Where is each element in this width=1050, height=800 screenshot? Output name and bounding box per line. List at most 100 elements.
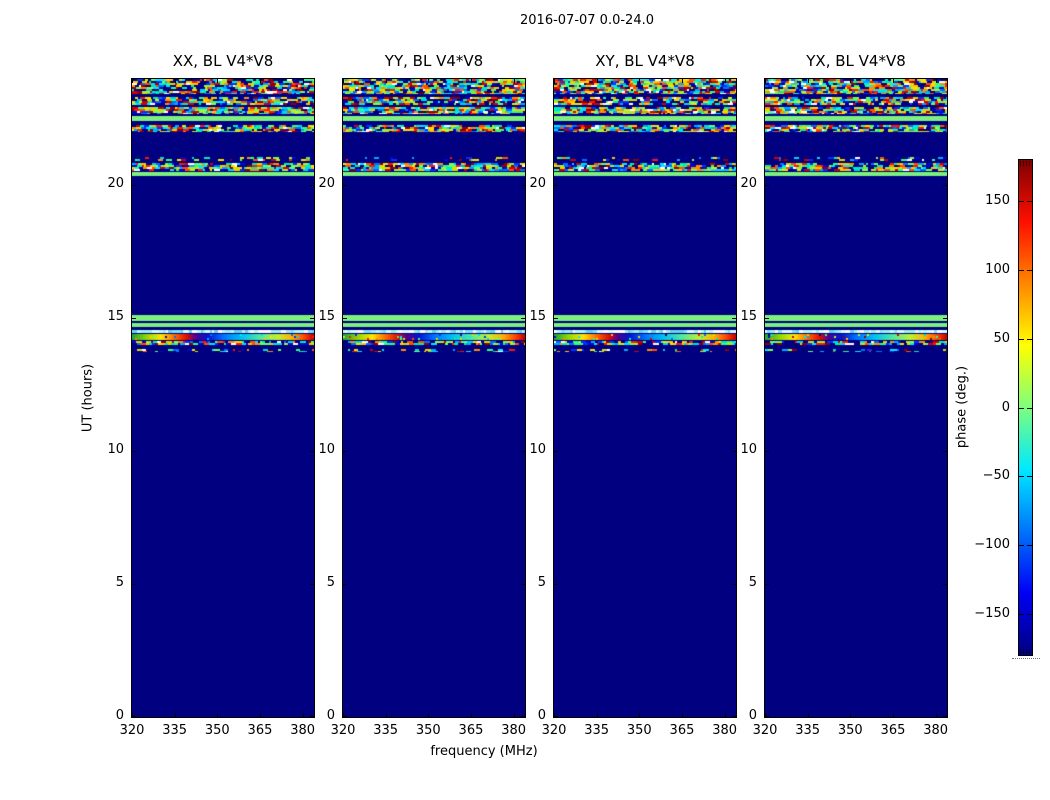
x-tick-mark xyxy=(217,713,219,717)
x-tick-mark xyxy=(850,79,852,83)
x-tick-label: 365 xyxy=(669,723,695,738)
y-tick-mark xyxy=(554,583,558,585)
colorbar-tick-mark xyxy=(1019,476,1024,477)
y-tick-label: 20 xyxy=(740,176,757,192)
x-tick-mark xyxy=(724,79,726,83)
subplot-title-yy: YY, BL V4*V8 xyxy=(384,52,484,70)
y-tick-mark xyxy=(343,317,347,319)
y-tick-mark xyxy=(343,716,347,717)
y-tick-mark xyxy=(765,317,769,319)
x-tick-mark xyxy=(765,79,766,83)
x-tick-mark xyxy=(935,79,937,83)
y-tick-mark xyxy=(943,583,947,585)
colorbar-tick-mark xyxy=(1027,201,1032,202)
x-tick-mark xyxy=(513,79,515,83)
x-tick-mark xyxy=(259,79,261,83)
x-tick-mark xyxy=(132,79,133,83)
x-tick-label: 335 xyxy=(162,723,188,738)
y-axis-label: UT (hours) xyxy=(80,363,96,433)
colorbar-tick-mark xyxy=(1027,339,1032,340)
colorbar-tick-label: 50 xyxy=(993,331,1010,346)
y-tick-mark xyxy=(765,450,769,452)
y-tick-mark xyxy=(554,450,558,452)
x-tick-mark xyxy=(302,79,304,83)
x-tick-label: 320 xyxy=(330,723,356,738)
x-tick-label: 365 xyxy=(880,723,906,738)
y-tick-label: 10 xyxy=(318,442,335,458)
x-tick-mark xyxy=(174,713,176,717)
y-tick-mark xyxy=(554,716,558,717)
colorbar-tick-mark xyxy=(1027,476,1032,477)
heatmap-panel-xx xyxy=(131,78,315,718)
y-tick-label: 0 xyxy=(115,708,124,723)
x-tick-mark xyxy=(470,79,472,83)
y-tick-label: 0 xyxy=(326,708,335,723)
heatmap-canvas-xx xyxy=(132,79,314,717)
x-tick-mark xyxy=(807,79,809,83)
x-tick-mark xyxy=(639,713,641,717)
y-tick-mark xyxy=(343,583,347,585)
y-tick-mark xyxy=(943,450,947,452)
y-tick-mark xyxy=(765,583,769,585)
y-tick-mark xyxy=(765,716,769,717)
colorbar-tick-mark xyxy=(1019,201,1024,202)
colorbar-tick-label: −150 xyxy=(974,606,1010,621)
x-tick-label: 335 xyxy=(373,723,399,738)
x-tick-mark xyxy=(892,713,894,717)
y-tick-label: 0 xyxy=(537,708,546,723)
colorbar-tick-mark xyxy=(1019,545,1024,546)
heatmap-canvas-xy xyxy=(554,79,736,717)
colorbar-tick-label: −100 xyxy=(974,537,1010,552)
x-tick-mark xyxy=(343,79,344,83)
x-tick-mark xyxy=(174,79,176,83)
x-tick-label: 350 xyxy=(626,723,652,738)
y-tick-label: 5 xyxy=(537,575,546,591)
y-tick-label: 5 xyxy=(326,575,335,591)
colorbar-tick-mark xyxy=(1027,614,1032,615)
colorbar-tick-mark xyxy=(1027,270,1032,271)
colorbar-tick-label: 100 xyxy=(985,262,1010,277)
x-tick-mark xyxy=(850,713,852,717)
x-tick-mark xyxy=(681,713,683,717)
colorbar-tick-mark xyxy=(1019,614,1024,615)
x-tick-mark xyxy=(596,713,598,717)
y-tick-label: 15 xyxy=(318,309,335,325)
colorbar-tick-mark xyxy=(1027,545,1032,546)
subplot-title-xx: XX, BL V4*V8 xyxy=(172,52,274,70)
x-tick-label: 335 xyxy=(584,723,610,738)
colorbar-tick-label: −50 xyxy=(982,468,1010,483)
x-tick-mark xyxy=(807,713,809,717)
x-tick-label: 335 xyxy=(795,723,821,738)
y-tick-mark xyxy=(132,450,136,452)
x-tick-mark xyxy=(892,79,894,83)
x-tick-mark xyxy=(554,79,555,83)
x-tick-mark xyxy=(259,713,261,717)
y-tick-label: 20 xyxy=(107,176,124,192)
y-tick-mark xyxy=(132,317,136,319)
x-axis-label: frequency (MHz) xyxy=(430,744,538,759)
colorbar-tick-mark xyxy=(1027,408,1032,409)
y-tick-label: 15 xyxy=(740,309,757,325)
x-tick-label: 365 xyxy=(247,723,273,738)
x-tick-mark xyxy=(639,79,641,83)
y-tick-label: 10 xyxy=(529,442,546,458)
y-tick-mark xyxy=(132,184,136,186)
y-tick-label: 15 xyxy=(529,309,546,325)
x-tick-label: 320 xyxy=(119,723,145,738)
colorbar-bottom-hatch-icon xyxy=(1020,649,1032,654)
heatmap-panel-yx xyxy=(764,78,948,718)
x-tick-label: 350 xyxy=(837,723,863,738)
y-tick-label: 10 xyxy=(740,442,757,458)
figure: 2016-07-07 0.0-24.0 UT (hours) frequency… xyxy=(0,0,1050,800)
x-tick-mark xyxy=(935,713,937,717)
heatmap-panel-yy xyxy=(342,78,526,718)
colorbar-tick-mark xyxy=(1019,339,1024,340)
x-tick-mark xyxy=(385,713,387,717)
x-tick-label: 380 xyxy=(923,723,949,738)
x-tick-mark xyxy=(428,79,430,83)
x-tick-label: 350 xyxy=(415,723,441,738)
y-tick-mark xyxy=(132,583,136,585)
x-tick-label: 380 xyxy=(501,723,527,738)
x-tick-mark xyxy=(217,79,219,83)
colorbar-tick-mark xyxy=(1019,270,1024,271)
